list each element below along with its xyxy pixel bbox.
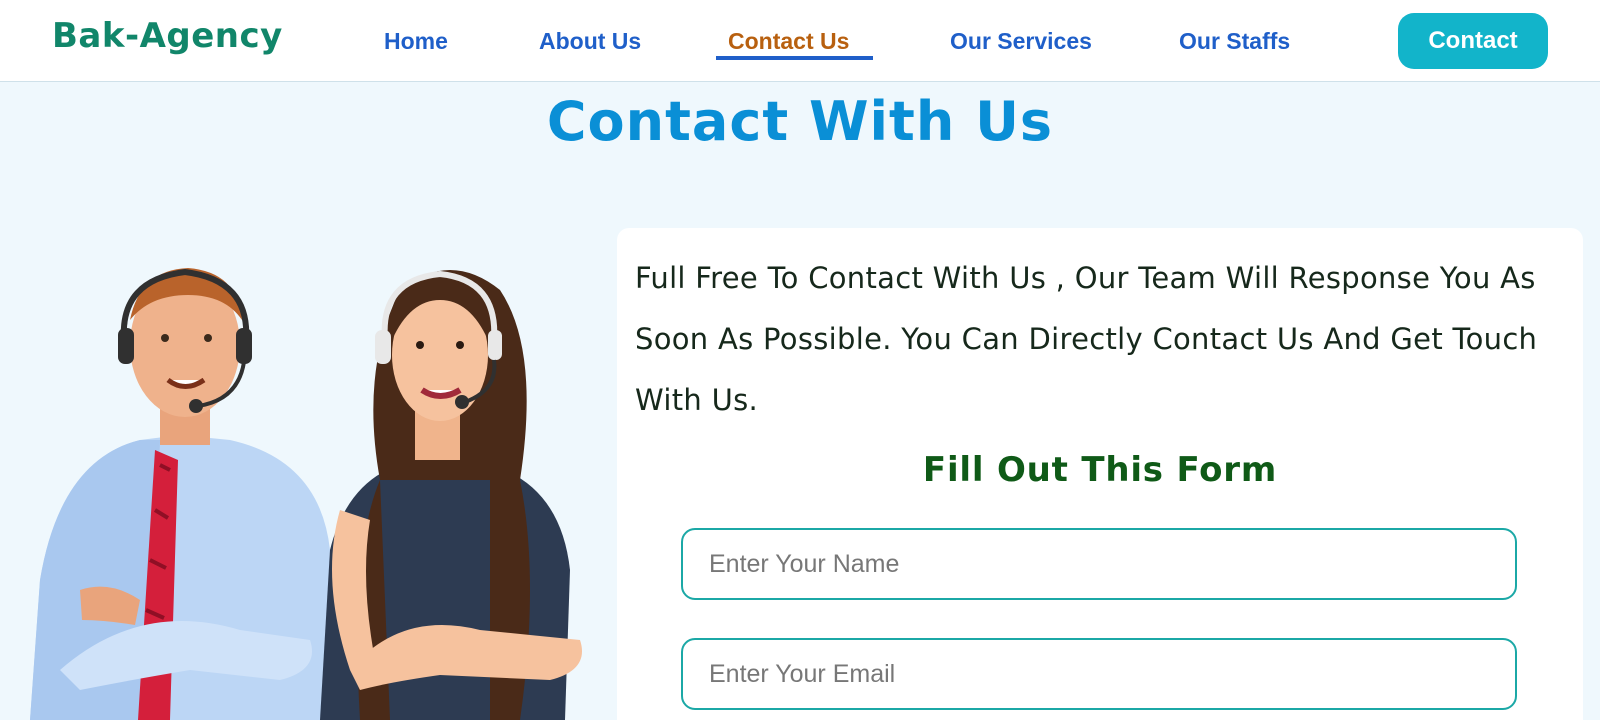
support-agents-illustration <box>30 268 582 720</box>
contact-form-card: Full Free To Contact With Us , Our Team … <box>617 228 1583 720</box>
contact-intro-text: Full Free To Contact With Us , Our Team … <box>635 261 1538 417</box>
nav-link-about-us[interactable]: About Us <box>539 28 641 55</box>
nav-link-home[interactable]: Home <box>384 28 448 55</box>
nav-link-our-services[interactable]: Our Services <box>950 28 1092 55</box>
top-navbar: Bak-Agency Home About Us Contact Us Our … <box>0 0 1600 82</box>
contact-button[interactable]: Contact <box>1398 13 1548 69</box>
nav-link-our-staffs[interactable]: Our Staffs <box>1179 28 1290 55</box>
name-input[interactable] <box>681 528 1517 600</box>
active-nav-indicator <box>716 56 873 60</box>
support-agents-image <box>20 250 610 720</box>
page-title: Contact With Us <box>546 90 1054 153</box>
form-heading: Fill Out This Form <box>922 450 1278 490</box>
site-logo[interactable]: Bak-Agency <box>52 16 283 56</box>
email-input[interactable] <box>681 638 1517 710</box>
nav-link-contact-us[interactable]: Contact Us <box>728 28 849 55</box>
